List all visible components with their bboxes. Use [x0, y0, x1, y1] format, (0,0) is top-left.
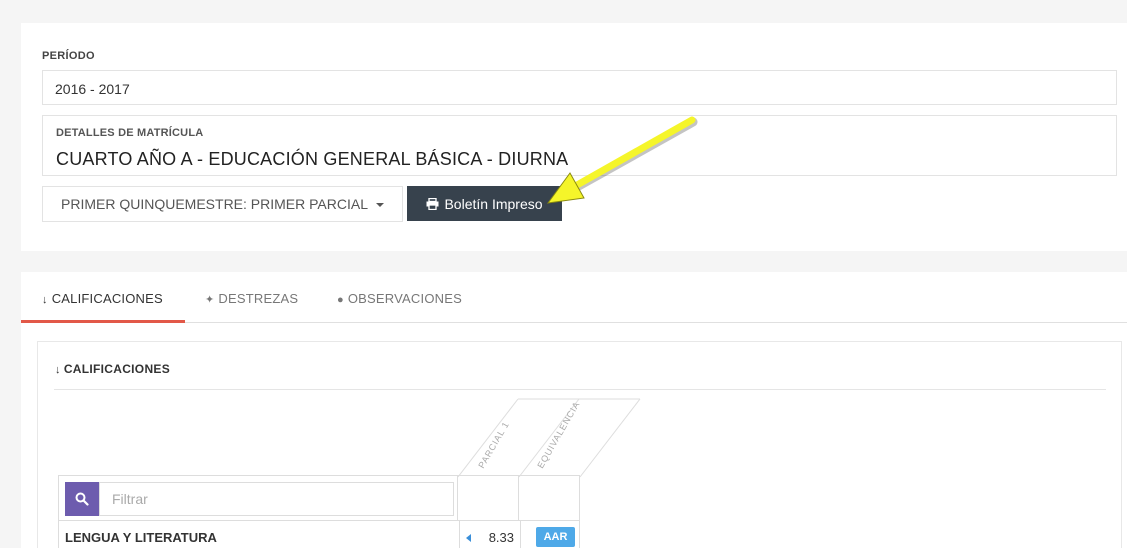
filter-input[interactable] — [99, 482, 454, 516]
period-field: 2016 - 2017 — [42, 70, 1117, 105]
column-head-cell — [519, 475, 580, 521]
grades-panel: ↓ CALIFICACIONES ✦ DESTREZAS ● OBSERVACIONE… — [21, 272, 1127, 548]
tab-bar: ↓ CALIFICACIONES ✦ DESTREZAS ● OBSERVACIONE… — [21, 272, 1127, 323]
puzzle-icon: ✦ — [205, 294, 215, 306]
tab-observaciones[interactable]: ● OBSERVACIONES — [337, 272, 462, 323]
filter-cell — [58, 475, 458, 521]
grade-cell[interactable]: 8.33 — [459, 521, 520, 548]
print-report-button[interactable]: Boletín Impreso — [407, 186, 562, 221]
term-dropdown-label: PRIMER QUINQUEMESTRE: PRIMER PARCIAL — [61, 196, 369, 212]
equivalence-cell: AAR — [520, 521, 581, 548]
caret-left-icon[interactable] — [466, 534, 471, 542]
annotation-arrow-icon — [546, 116, 698, 204]
column-head-cell — [458, 475, 519, 521]
print-icon — [426, 197, 439, 210]
divider — [54, 389, 1106, 390]
term-dropdown-button[interactable]: PRIMER QUINQUEMESTRE: PRIMER PARCIAL — [42, 186, 403, 222]
enrollment-details-label: DETALLES DE MATRÍCULA — [56, 127, 204, 139]
table-row: LENGUA Y LITERATURA 8.33 AAR — [58, 521, 580, 548]
tab-calificaciones[interactable]: ↓ CALIFICACIONES — [21, 272, 185, 323]
grades-card-title: ↓ CALIFICACIONES — [55, 362, 171, 376]
subject-name: LENGUA Y LITERATURA — [65, 530, 217, 545]
caret-down-icon — [376, 203, 385, 208]
sort-numeric-icon: ↓ — [55, 364, 61, 376]
period-label: PERÍODO — [42, 50, 95, 62]
enrollment-details-value: CUARTO AÑO A - EDUCACIÓN GENERAL BÁSICA … — [56, 149, 569, 169]
print-report-label: Boletín Impreso — [444, 195, 543, 212]
comments-icon: ● — [337, 294, 344, 306]
tab-destrezas[interactable]: ✦ DESTREZAS — [205, 272, 298, 323]
search-icon — [75, 492, 89, 506]
grades-card: ↓CALIFICACIONES PARCIAL 1 EQUIVALENCIA L… — [37, 341, 1122, 548]
equivalence-badge: AAR — [536, 527, 575, 547]
search-button[interactable] — [65, 482, 99, 516]
sort-numeric-icon: ↓ — [42, 294, 48, 306]
grade-value: 8.33 — [488, 530, 514, 545]
